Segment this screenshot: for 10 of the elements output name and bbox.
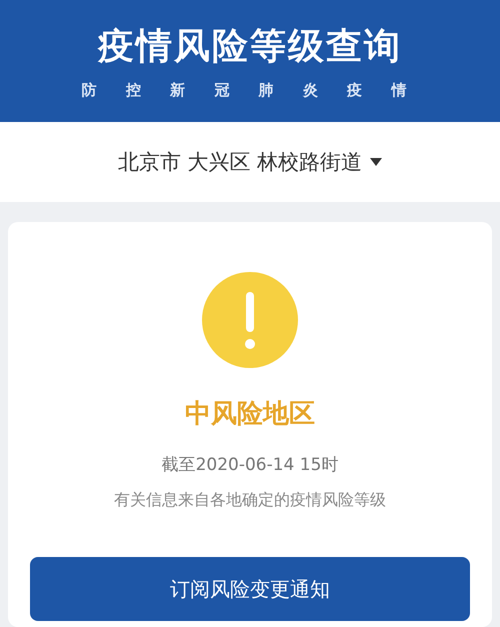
app-title: 疫情风险等级查询 bbox=[98, 25, 402, 69]
risk-level: 中风险地区 bbox=[185, 398, 315, 431]
app-subtitle: 防 控 新 冠 肺 炎 疫 情 bbox=[82, 81, 418, 100]
update-time: 截至2020-06-14 15时 bbox=[162, 454, 338, 476]
subscribe-button[interactable]: 订阅风险变更通知 bbox=[30, 557, 470, 621]
warning-icon bbox=[202, 272, 298, 368]
location-text: 北京市 大兴区 林校路街道 bbox=[118, 149, 362, 176]
location-selector[interactable]: 北京市 大兴区 林校路街道 bbox=[0, 122, 500, 202]
source-note: 有关信息来自各地确定的疫情风险等级 bbox=[114, 490, 386, 511]
caret-icon bbox=[370, 158, 382, 166]
